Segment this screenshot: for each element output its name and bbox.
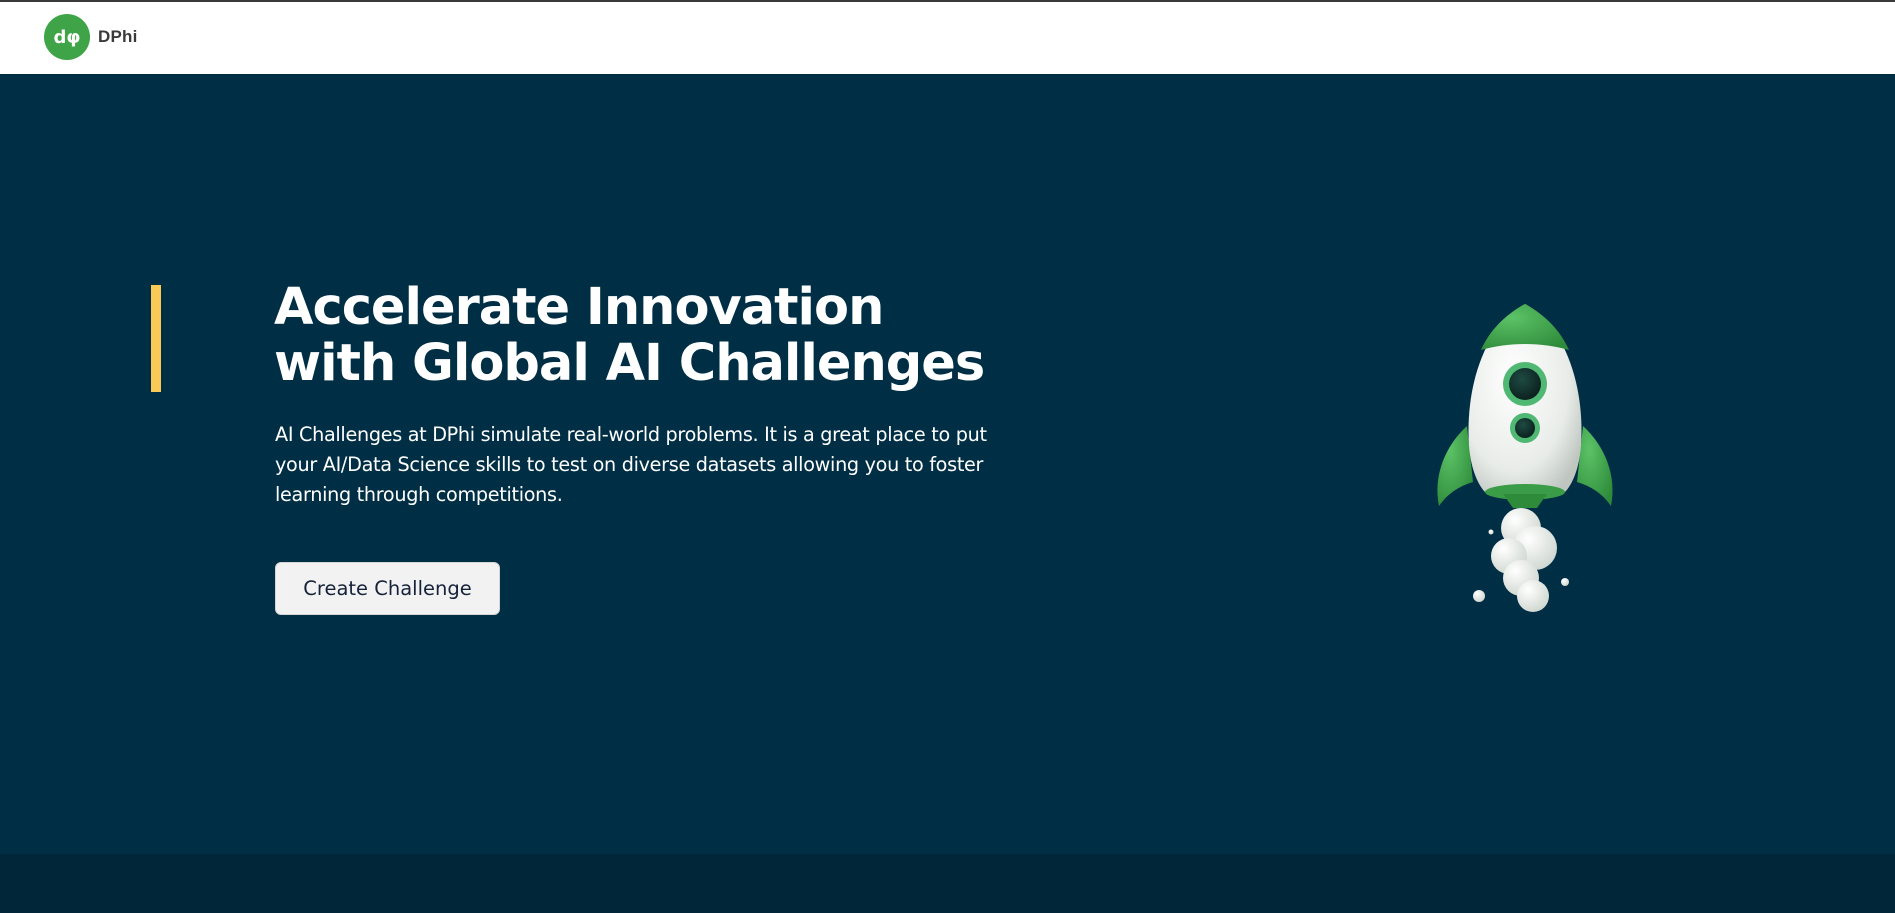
dphi-logo-glyph: dφ (54, 27, 81, 48)
rocket-illustration-icon (1437, 304, 1613, 612)
hero-description: AI Challenges at DPhi simulate real-worl… (275, 420, 1075, 510)
hero-description-line-3: learning through competitions. (275, 483, 563, 506)
brand-name: DPhi (98, 27, 138, 46)
hero-title-line-2: with Global AI Challenges (274, 334, 985, 393)
hero-section: Accelerate Innovation with Global AI Cha… (0, 74, 1895, 854)
logo-text: dφ (54, 27, 81, 48)
create-challenge-button[interactable]: Create Challenge (275, 562, 500, 615)
navbar: dφ DPhi (0, 2, 1895, 74)
brand-home-link[interactable]: dφ DPhi (44, 14, 138, 60)
dphi-logo-icon: dφ (44, 14, 90, 60)
hero-title: Accelerate Innovation with Global AI Cha… (274, 280, 1034, 392)
hero-description-line-2: your AI/Data Science skills to test on d… (275, 453, 984, 476)
hero-title-line-1: Accelerate Innovation (274, 278, 884, 337)
accent-bar (151, 285, 161, 392)
hero-description-line-1: AI Challenges at DPhi simulate real-worl… (275, 423, 987, 446)
next-section-band (0, 854, 1895, 913)
